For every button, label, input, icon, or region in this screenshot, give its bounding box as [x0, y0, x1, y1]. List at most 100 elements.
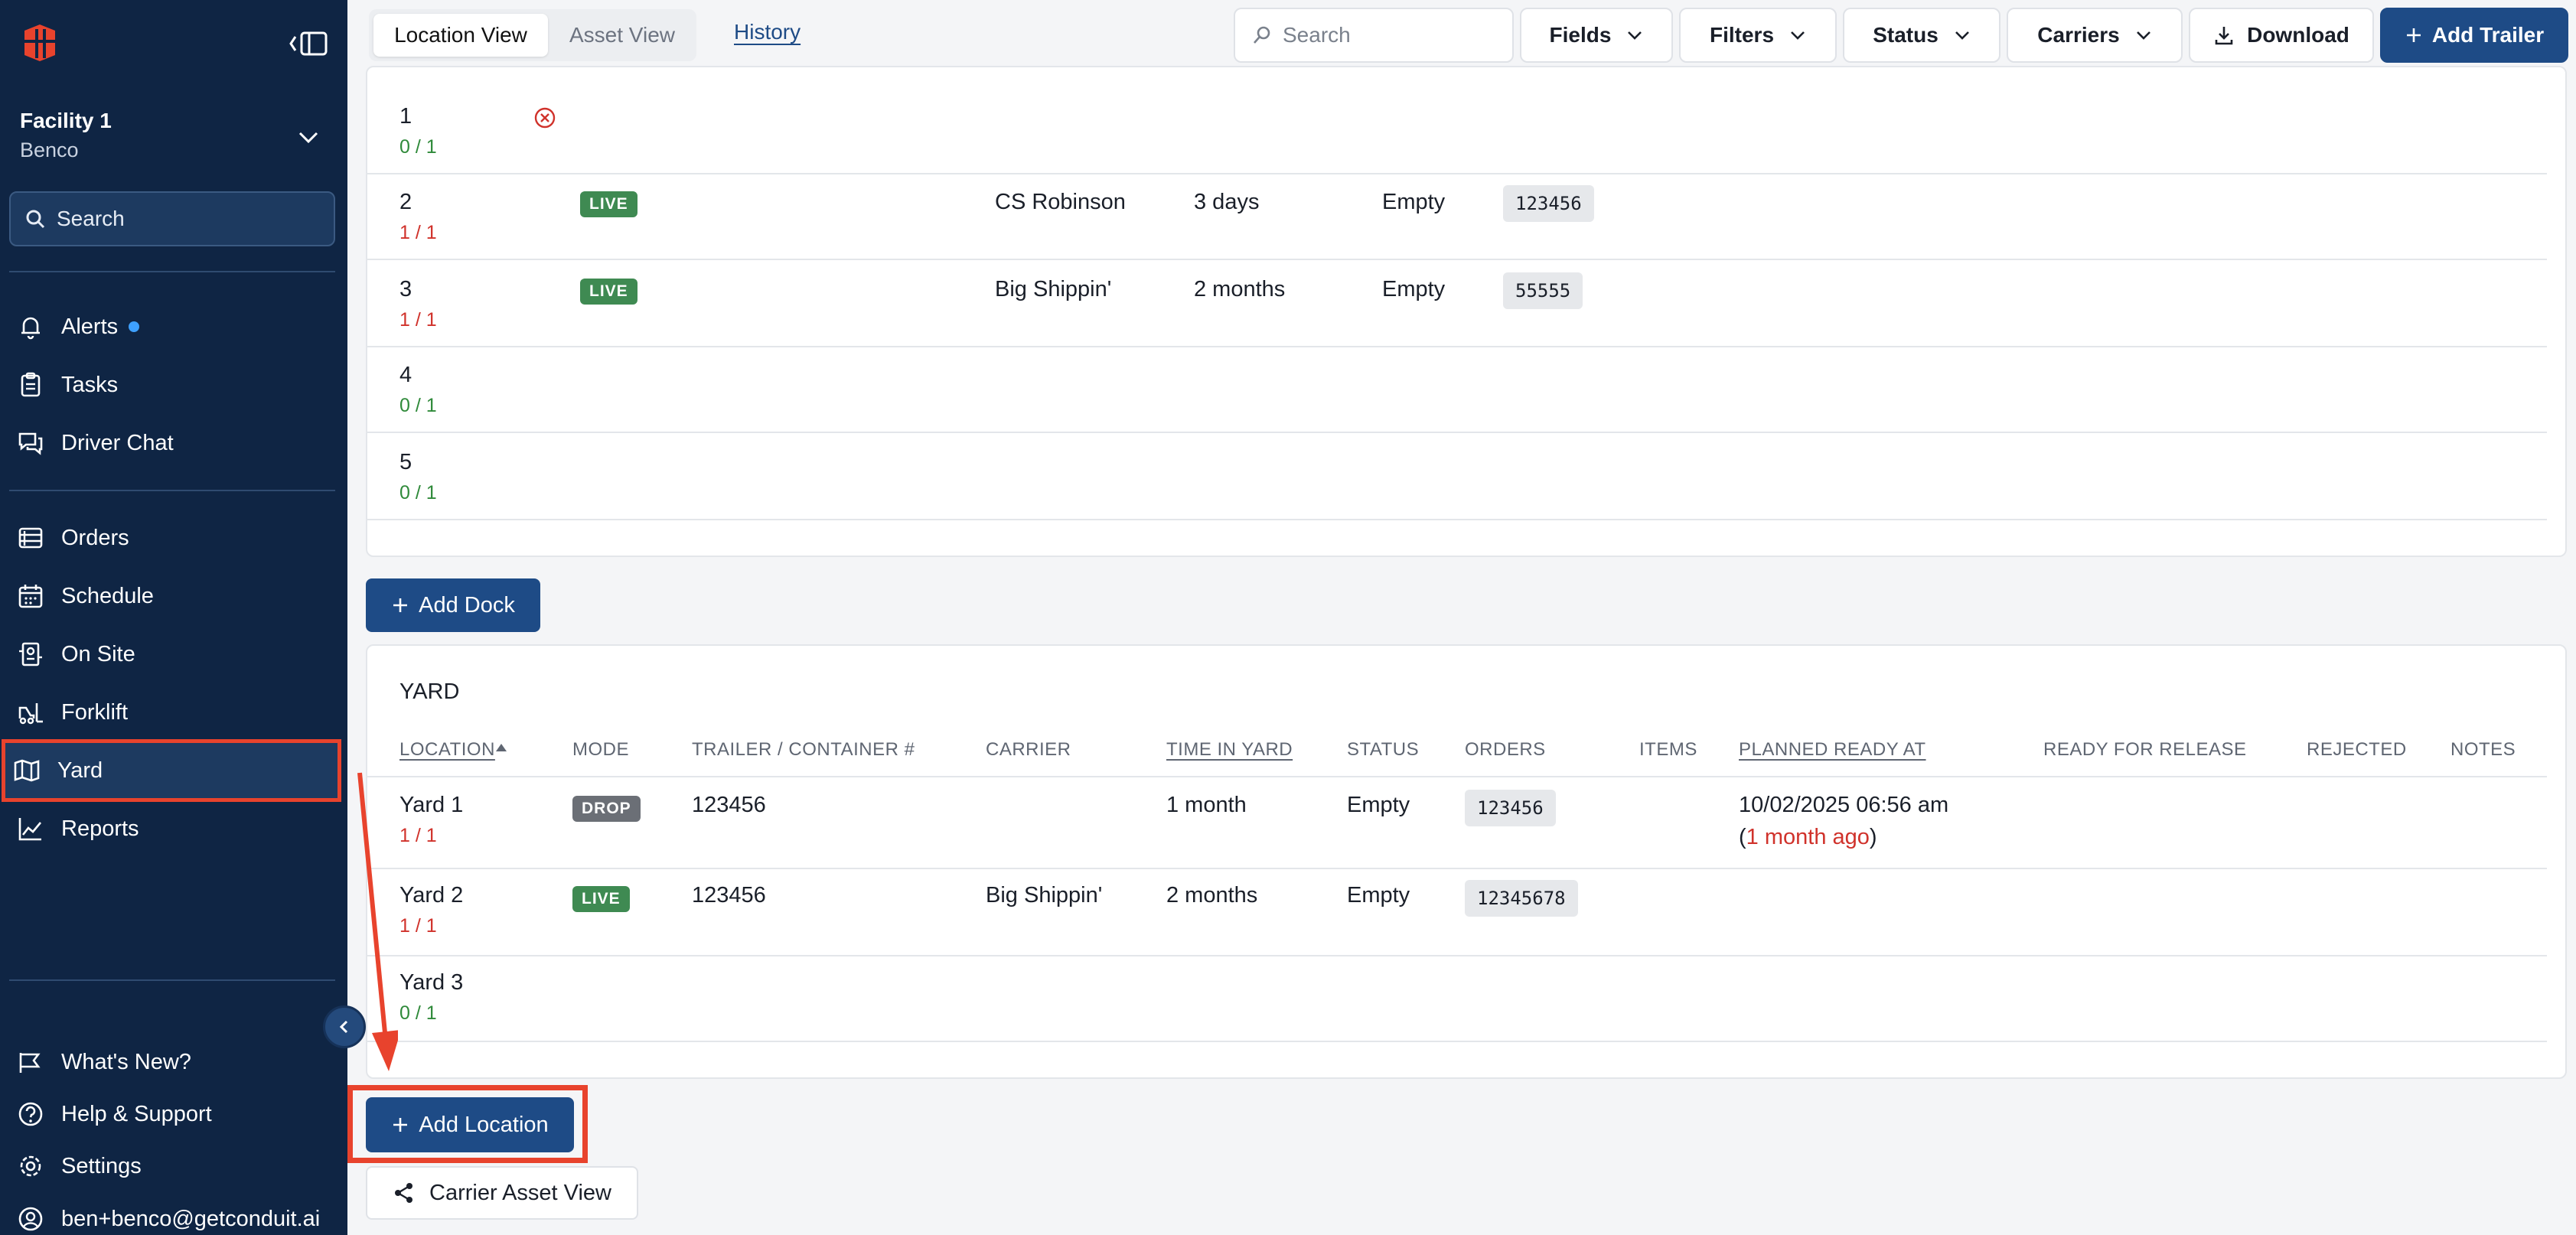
order-chip[interactable]: 12345678 — [1465, 880, 1578, 917]
row-divider — [367, 432, 2547, 433]
row-divider — [367, 1041, 2547, 1042]
sidebar-item-label: What's New? — [61, 1049, 191, 1074]
row-divider — [367, 519, 2547, 520]
sidebar-item-label: On Site — [61, 641, 135, 666]
sidebar-item-driver-chat[interactable]: Driver Chat — [9, 419, 335, 467]
dock-location[interactable]: 1 — [399, 104, 412, 129]
sidebar-item-whats-new[interactable]: What's New? — [9, 1038, 335, 1086]
facility-name: Facility 1 — [20, 109, 112, 132]
filters-dropdown[interactable]: Filters — [1679, 8, 1837, 63]
chevron-down-icon — [1628, 31, 1642, 40]
sidebar-item-label: Alerts — [61, 314, 119, 339]
carrier-asset-view-label: Carrier Asset View — [429, 1180, 611, 1205]
sidebar-item-label: Forklift — [61, 699, 128, 725]
map-icon — [14, 759, 40, 782]
sidebar-item-alerts[interactable]: Alerts — [9, 303, 335, 350]
sidebar-item-on-site[interactable]: On Site — [9, 631, 335, 678]
dock-time: 3 days — [1194, 190, 1260, 214]
column-header-planned-ready-at[interactable]: PLANNED READY AT — [1739, 739, 1926, 761]
carrier-asset-view-button[interactable]: Carrier Asset View — [366, 1166, 638, 1220]
sort-ascending-icon[interactable] — [494, 742, 508, 753]
mode-badge: LIVE — [572, 886, 630, 912]
sidebar-item-label: Tasks — [61, 372, 119, 397]
facility-switcher[interactable]: Facility 1 Benco — [20, 107, 112, 165]
sidebar-item-reports[interactable]: Reports — [9, 805, 335, 852]
add-trailer-label: Add Trailer — [2431, 23, 2545, 47]
sidebar-item-label: Yard — [57, 758, 103, 783]
yard-section-title: YARD — [399, 679, 460, 704]
dock-status: Empty — [1382, 190, 1446, 214]
trailer-number[interactable]: 123456 — [692, 883, 766, 908]
dock-carrier: Big Shippin' — [995, 277, 1112, 301]
carriers-dropdown[interactable]: Carriers — [2007, 8, 2183, 63]
dock-location[interactable]: 3 — [399, 277, 412, 302]
search-input[interactable]: Search — [1234, 8, 1514, 63]
sidebar-item-forklift[interactable]: Forklift — [9, 689, 335, 736]
column-header-trailer: TRAILER / CONTAINER # — [692, 739, 915, 760]
download-label: Download — [2247, 23, 2349, 47]
sidebar-search-label: Search — [57, 207, 125, 230]
sidebar-item-settings[interactable]: Settings — [9, 1142, 335, 1190]
sidebar-item-yard[interactable]: Yard — [2, 739, 341, 802]
yard-location[interactable]: Yard 3 — [399, 970, 463, 995]
trailer-number[interactable]: 123456 — [692, 793, 766, 818]
dock-capacity: 0 / 1 — [399, 395, 437, 416]
plus-icon — [393, 1118, 408, 1132]
sidebar-item-schedule[interactable]: Schedule — [9, 572, 335, 620]
mode-badge: DROP — [572, 796, 641, 822]
circle-x-icon[interactable] — [533, 106, 557, 130]
dock-status: Empty — [1382, 277, 1446, 301]
column-header-notes: NOTES — [2450, 739, 2516, 760]
add-location-button[interactable]: Add Location — [366, 1097, 574, 1152]
download-icon — [2215, 27, 2233, 45]
tab-location-view[interactable]: Location View — [373, 14, 548, 57]
filters-label: Filters — [1709, 23, 1775, 47]
row-divider — [367, 346, 2547, 347]
order-chip[interactable]: 123456 — [1465, 790, 1556, 826]
sidebar-item-label: ben+benco@getconduit.ai — [61, 1206, 321, 1231]
mode-badge: LIVE — [580, 279, 637, 305]
sidebar-item-tasks[interactable]: Tasks — [9, 361, 335, 409]
orders-icon — [18, 527, 43, 549]
download-button[interactable]: Download — [2189, 8, 2374, 63]
plus-icon — [2406, 28, 2421, 42]
help-circle-icon — [18, 1102, 43, 1126]
yard-capacity: 1 / 1 — [399, 915, 437, 937]
view-toggle: Location View Asset View — [369, 9, 696, 61]
order-chip[interactable]: 123456 — [1503, 185, 1594, 222]
sidebar-item-help[interactable]: Help & Support — [9, 1090, 335, 1138]
add-trailer-button[interactable]: Add Trailer — [2380, 8, 2568, 63]
forklift-icon — [18, 703, 43, 725]
add-dock-label: Add Dock — [419, 592, 515, 618]
share-icon — [395, 1183, 412, 1203]
add-dock-button[interactable]: Add Dock — [366, 578, 540, 632]
chevron-down-icon[interactable] — [295, 125, 321, 148]
collapse-sidebar-icon[interactable] — [288, 29, 331, 58]
sidebar-item-user[interactable]: ben+benco@getconduit.ai — [9, 1195, 335, 1235]
chat-icon — [18, 432, 43, 455]
tab-asset-view[interactable]: Asset View — [553, 14, 692, 57]
sidebar-search[interactable]: Search — [9, 191, 335, 246]
planned-ready-relative-open: ( — [1739, 825, 1746, 849]
clipboard-icon — [21, 372, 41, 397]
sidebar-item-label: Driver Chat — [61, 430, 174, 455]
sidebar-item-orders[interactable]: Orders — [9, 514, 335, 562]
order-chip[interactable]: 55555 — [1503, 272, 1583, 309]
sidebar: Facility 1 Benco Search Alerts Tasks Dri… — [0, 0, 347, 1235]
column-header-time-in-yard[interactable]: TIME IN YARD — [1166, 739, 1293, 761]
column-header-carrier: CARRIER — [986, 739, 1071, 760]
history-link[interactable]: History — [734, 20, 801, 44]
yard-location[interactable]: Yard 1 — [399, 793, 463, 818]
row-divider — [367, 259, 2547, 260]
status-dropdown[interactable]: Status — [1843, 8, 2000, 63]
yard-location[interactable]: Yard 2 — [399, 883, 463, 908]
sidebar-item-label: Orders — [61, 525, 129, 550]
dock-location[interactable]: 5 — [399, 450, 412, 475]
dock-location[interactable]: 2 — [399, 190, 412, 215]
dock-capacity: 1 / 1 — [399, 309, 437, 331]
dock-location[interactable]: 4 — [399, 363, 412, 388]
dock-time: 2 months — [1194, 277, 1286, 301]
column-header-location[interactable]: LOCATION — [399, 739, 495, 761]
fields-dropdown[interactable]: Fields — [1520, 8, 1673, 63]
search-placeholder: Search — [1283, 23, 1351, 47]
